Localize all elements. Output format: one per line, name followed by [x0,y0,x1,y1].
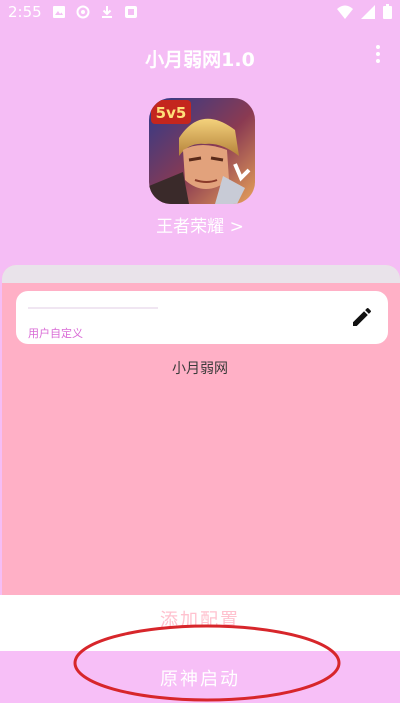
app-title: 小月弱网1.0 [145,49,255,71]
game-icon[interactable]: 5v5 [149,98,255,204]
launch-button[interactable]: 原神启动 [0,665,400,691]
cast-icon [76,5,90,19]
config-name: 小月弱网 [172,361,228,377]
status-system-icons [337,4,392,23]
config-card-label: 用户自定义 [28,327,83,340]
wifi-icon [337,5,353,23]
image-icon [52,5,66,19]
status-notification-icons [52,5,138,19]
sheet-header-strip [2,265,400,283]
launch-bar: 原神启动 [0,651,400,703]
config-input-line [28,307,158,309]
download-icon [100,5,114,19]
edit-icon[interactable] [350,305,374,329]
battery-icon [383,4,392,23]
config-card[interactable]: 用户自定义 [16,291,388,344]
status-time: 2:55 [8,3,42,21]
add-config-button[interactable]: 添加配置 [0,606,400,632]
app-icon [124,5,138,19]
signal-icon [361,4,375,23]
game-icon-badge: 5v5 [156,104,187,122]
game-name-link[interactable]: 王者荣耀 > [0,212,400,237]
status-bar: 2:55 [0,0,400,26]
more-vert-icon[interactable] [370,42,386,70]
app-bar: 小月弱网1.0 [0,26,400,86]
add-config-bar: 添加配置 [0,595,400,651]
